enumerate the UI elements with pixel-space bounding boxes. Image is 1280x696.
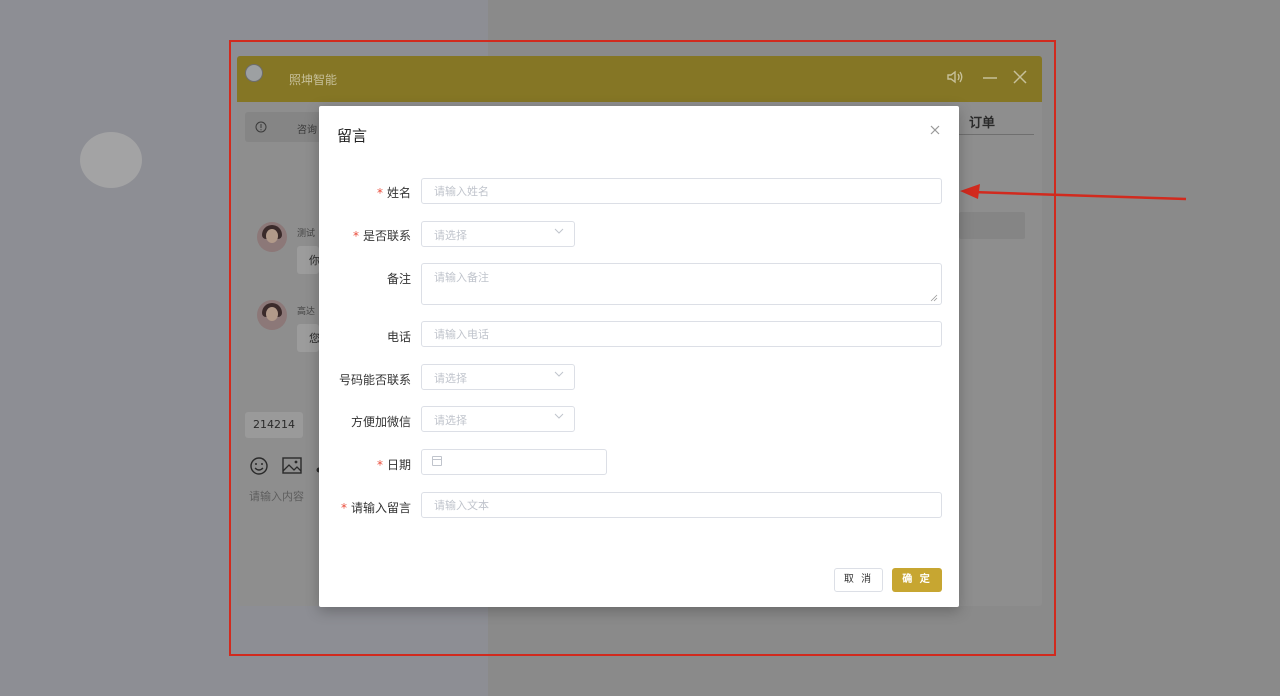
contact-select[interactable]: 请选择 xyxy=(421,221,575,247)
date-label: * 日期 xyxy=(376,458,411,472)
contact-select-placeholder: 请选择 xyxy=(434,229,467,242)
phone-label: 电话 xyxy=(386,330,411,344)
wechat-select-placeholder: 请选择 xyxy=(434,414,467,427)
phone-reachable-placeholder: 请选择 xyxy=(434,372,467,385)
chevron-down-icon xyxy=(554,369,564,382)
note-label: 备注 xyxy=(386,272,411,286)
wechat-label: 方便加微信 xyxy=(350,415,411,429)
cancel-button[interactable]: 取 消 xyxy=(834,568,883,592)
name-input[interactable] xyxy=(421,178,942,204)
confirm-button[interactable]: 确 定 xyxy=(892,568,942,592)
message-label: * 请输入留言 xyxy=(340,501,411,515)
date-picker[interactable] xyxy=(421,449,607,475)
close-icon[interactable] xyxy=(929,122,941,140)
message-input[interactable] xyxy=(421,492,942,518)
wechat-select[interactable]: 请选择 xyxy=(421,406,575,432)
phone-input[interactable] xyxy=(421,321,942,347)
resize-handle-icon[interactable] xyxy=(930,294,938,302)
phone-reachable-label: 号码能否联系 xyxy=(338,373,411,387)
decorative-circle xyxy=(80,132,142,188)
message-dialog: 留言 *姓名 *是否联系 请选择 备注 电话 号码能否联系 请选择 方便加微信 … xyxy=(319,106,959,607)
chevron-down-icon xyxy=(554,226,564,239)
chevron-down-icon xyxy=(554,411,564,424)
note-textarea[interactable] xyxy=(421,263,942,305)
calendar-icon xyxy=(432,456,442,466)
contact-label: * 是否联系 xyxy=(352,229,411,243)
annotation-arrow-icon xyxy=(960,184,1187,201)
dialog-title: 留言 xyxy=(337,127,368,145)
phone-reachable-select[interactable]: 请选择 xyxy=(421,364,575,390)
name-label: * 姓名 xyxy=(376,186,411,200)
